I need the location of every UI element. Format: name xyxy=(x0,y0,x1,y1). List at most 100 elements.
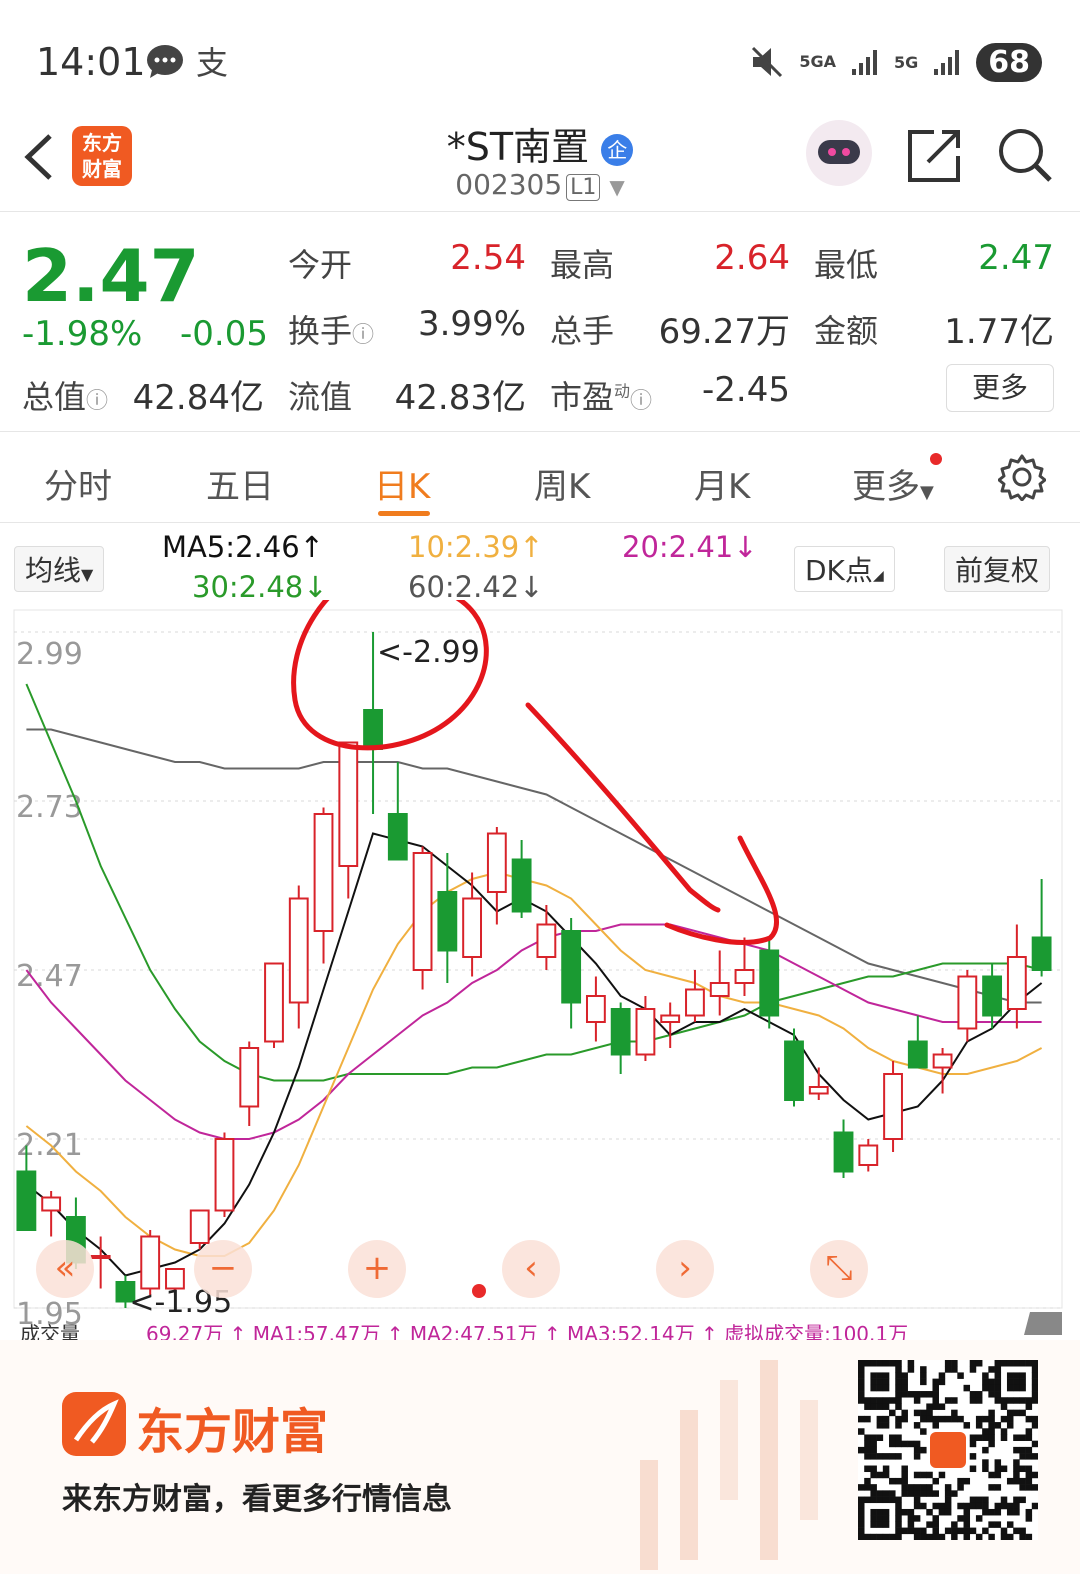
candle-body xyxy=(90,1255,111,1259)
candle-body xyxy=(784,1040,804,1101)
candle-body xyxy=(338,741,359,867)
change-percent: -1.98% xyxy=(22,314,143,354)
y-tick-label: 2.47 xyxy=(16,959,83,994)
network-5ga: 5GA xyxy=(799,52,836,71)
candle-body xyxy=(41,1196,62,1212)
more-button[interactable]: 更多 xyxy=(946,364,1054,412)
qr-code xyxy=(858,1360,1038,1540)
search-icon[interactable] xyxy=(996,126,1054,184)
quote-panel: 2.47 -1.98% -0.05 今开 2.54 最高 2.64 最低 2.4… xyxy=(0,212,1080,432)
candle-body xyxy=(585,995,606,1023)
info-icon[interactable]: ⓘ xyxy=(352,323,374,348)
ma5-line xyxy=(25,832,1043,1277)
scroll-right-button[interactable]: › xyxy=(656,1240,714,1298)
candle-body xyxy=(363,709,383,750)
candle-body xyxy=(833,1131,854,1173)
ma-selector[interactable]: 均线▼ xyxy=(14,546,105,592)
ma20-value: 20:2.41↓ xyxy=(622,530,758,564)
kline-chart[interactable]: 2.99 2.73 2.47 2.21 1.95 <-2.99 <-1.95 « − + ‹… xyxy=(0,563,1080,1335)
pe-label: 市盈动ⓘ xyxy=(550,378,653,416)
fullscreen-button[interactable]: ⤡ xyxy=(810,1240,868,1298)
candle-body xyxy=(1031,936,1052,971)
open-label: 今开 xyxy=(288,246,353,284)
period-tabs: 分时 五日 日K 周K 月K 更多▼ xyxy=(0,433,1080,523)
dk-point-button[interactable]: DK点◢ xyxy=(794,546,895,592)
annotation-arrow-head xyxy=(664,835,780,945)
kline-svg[interactable]: 2.992.732.472.211.95<-2.99<-1.95 xyxy=(0,563,1080,1335)
tab-five-day[interactable]: 五日 xyxy=(206,459,274,508)
candle-body xyxy=(264,962,284,1043)
volume-indicator-strip: 成交量 69.27万 ↑ MA1:57.47万 ↑ MA2:47.51万 ↑ M… xyxy=(0,1318,1080,1340)
candle-body xyxy=(685,988,705,1017)
candle-body xyxy=(709,982,730,997)
low-label: 最低 xyxy=(814,246,879,284)
active-tab-indicator xyxy=(378,511,430,516)
candle-body xyxy=(982,975,1003,1017)
candle-body xyxy=(660,1014,681,1023)
signal-icon xyxy=(851,50,877,75)
assistant-avatar[interactable] xyxy=(806,120,872,186)
change-amount: -0.05 xyxy=(180,314,268,354)
volume-value: 69.27万 xyxy=(658,312,790,352)
candle-body xyxy=(907,1040,928,1069)
ma5-value: MA5:2.46↑ xyxy=(162,530,324,564)
tab-more[interactable]: 更多▼ xyxy=(852,459,934,508)
tab-monthly-k[interactable]: 月K xyxy=(694,459,750,508)
enterprise-badge: 企 xyxy=(601,133,634,166)
current-price: 2.47 xyxy=(22,234,200,318)
dropdown-icon[interactable]: ▼ xyxy=(609,175,624,199)
turnover-label: 换手ⓘ xyxy=(288,312,375,350)
zoom-in-button[interactable]: + xyxy=(348,1240,406,1298)
info-icon[interactable]: ⓘ xyxy=(630,389,652,414)
float-cap-value: 42.83亿 xyxy=(394,378,526,418)
share-icon[interactable] xyxy=(906,126,964,184)
ma30-value: 30:2.48↓ xyxy=(192,570,328,604)
candle-body xyxy=(1006,956,1027,1010)
volume-values: 69.27万 ↑ MA1:57.47万 ↑ MA2:47.51万 ↑ MA3:5… xyxy=(146,1322,909,1340)
volume-label[interactable]: 成交量 xyxy=(20,1318,80,1340)
scroll-left-button[interactable]: ‹ xyxy=(502,1240,560,1298)
mute-icon xyxy=(752,46,783,78)
svg-text:支: 支 xyxy=(196,44,228,80)
turnover-value: 3.99% xyxy=(417,304,526,344)
candle-body xyxy=(957,975,978,1030)
network-5g: 5G xyxy=(893,52,919,72)
max-price-label: <-2.99 xyxy=(377,635,480,670)
low-value: 2.47 xyxy=(978,238,1054,278)
candle-body xyxy=(412,852,433,971)
candle-body xyxy=(486,832,507,893)
candle-body xyxy=(214,1138,235,1212)
amount-value: 1.77亿 xyxy=(944,312,1054,352)
info-icon[interactable]: ⓘ xyxy=(86,389,108,414)
adjust-selector[interactable]: 前复权 xyxy=(944,546,1051,592)
tab-intraday[interactable]: 分时 xyxy=(44,459,112,508)
decorative-candles xyxy=(640,1360,818,1570)
annotation-arrow-line xyxy=(525,702,721,913)
page-dot xyxy=(472,1284,486,1298)
candle-body xyxy=(610,1008,631,1056)
status-bar: 14:01 支 5GA 5G 68 xyxy=(0,0,1080,110)
candle-body xyxy=(239,1047,260,1108)
candle-body xyxy=(140,1235,161,1290)
annotation-circle xyxy=(291,563,489,751)
candle-body xyxy=(16,1170,37,1231)
ma10-line xyxy=(25,871,1043,1257)
message-icon xyxy=(147,45,183,78)
market-cap-label: 总值ⓘ xyxy=(22,378,109,416)
tab-weekly-k[interactable]: 周K xyxy=(534,459,590,508)
float-cap-label: 流值 xyxy=(288,378,353,416)
brand-logo-icon xyxy=(62,1392,126,1456)
status-time: 14:01 xyxy=(36,40,146,84)
ma60-line xyxy=(26,728,1042,1004)
ma60-value: 60:2.42↓ xyxy=(408,570,544,604)
tab-daily-k[interactable]: 日K xyxy=(374,459,430,508)
notification-dot xyxy=(930,453,942,465)
candle-body xyxy=(932,1053,953,1069)
volume-label: 总手 xyxy=(550,312,615,350)
market-cap-value: 42.84亿 xyxy=(132,378,264,418)
candle-body xyxy=(734,969,755,984)
zoom-out-button[interactable]: − xyxy=(194,1240,252,1298)
settings-gear-icon[interactable] xyxy=(998,453,1046,501)
chart-scroll-start-button[interactable]: « xyxy=(36,1240,94,1298)
battery-icon: 68 xyxy=(976,42,1042,82)
